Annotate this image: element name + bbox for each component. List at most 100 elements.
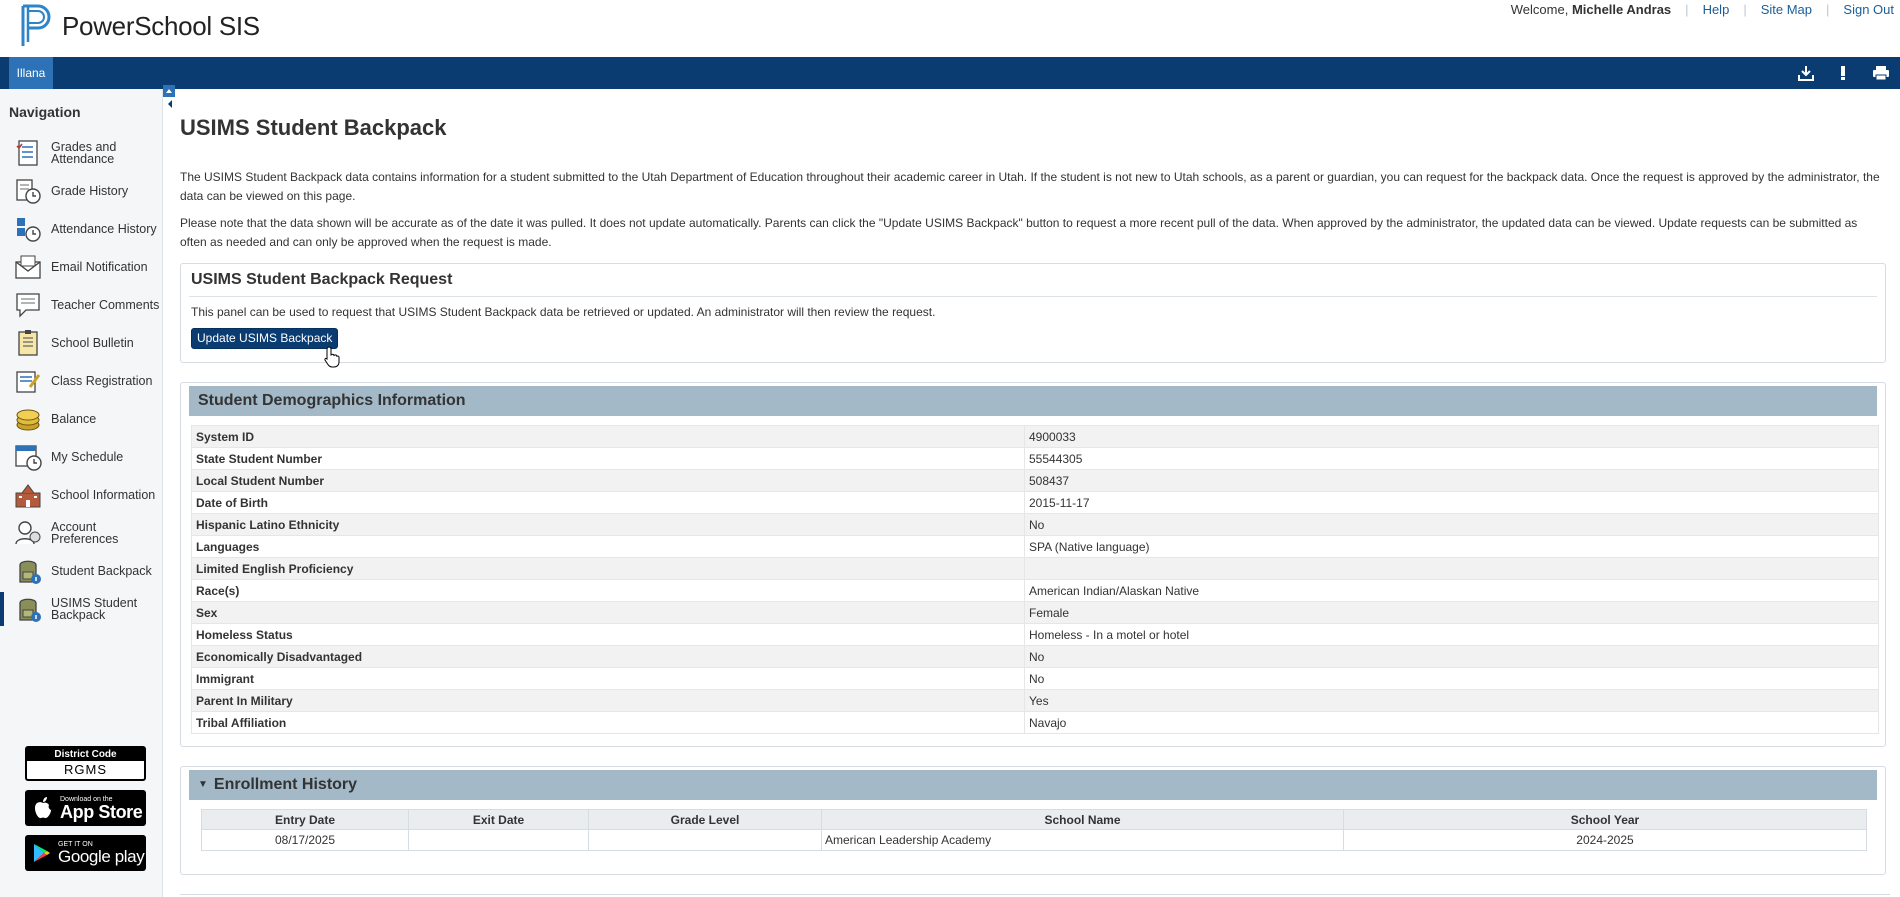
google-play-icon (34, 844, 50, 862)
demographic-value (1024, 557, 1879, 580)
sidebar: Navigation Grades and Attendance Grade Hi… (0, 89, 163, 897)
sidebar-item-usims-student-backpack[interactable]: USIMS Student Backpack (0, 590, 163, 628)
hand-cursor-icon (324, 346, 340, 368)
user-name: Michelle Andras (1571, 2, 1672, 17)
google-play-text: Google play (58, 847, 145, 866)
demographic-value: No (1024, 645, 1879, 668)
grade-history-icon (14, 177, 42, 205)
navigation-list: Grades and Attendance Grade History Attend… (0, 134, 163, 628)
table-cell: American Leadership Academy (821, 829, 1344, 851)
enrollment-table: Entry Date Exit Date Grade Level School Nam… (201, 809, 1867, 851)
print-icon[interactable] (1872, 65, 1890, 81)
sidebar-item-my-schedule[interactable]: My Schedule (0, 438, 163, 476)
table-row: Local Student Number 508437 (191, 469, 1879, 492)
sidebar-item-grade-history[interactable]: Grade History (0, 172, 163, 210)
sidebar-item-student-backpack[interactable]: Student Backpack (0, 552, 163, 590)
balance-icon (14, 405, 42, 433)
header: PowerSchool SIS Welcome, Michelle Andras… (0, 0, 1900, 57)
sidebar-item-school-information[interactable]: School Information (0, 476, 163, 514)
demographic-value: Yes (1024, 689, 1879, 712)
demographic-value: American Indian/Alaskan Native (1024, 579, 1879, 602)
sidebar-item-label: Attendance History (51, 222, 157, 236)
demographic-label: Parent In Military (191, 689, 1025, 712)
alert-icon[interactable] (1838, 65, 1848, 81)
demographic-value: 508437 (1024, 469, 1879, 492)
sidebar-item-school-bulletin[interactable]: School Bulletin (0, 324, 163, 362)
sidebar-item-label: Teacher Comments (51, 298, 160, 312)
demographic-value: No (1024, 513, 1879, 536)
google-play-badge[interactable]: GET IT ON Google play (25, 835, 146, 871)
request-panel-description: This panel can be used to request that U… (191, 305, 936, 319)
demographic-label: Race(s) (191, 579, 1025, 602)
column-header: Entry Date (201, 809, 409, 830)
sidebar-item-label: Email Notification (51, 260, 148, 274)
table-row: Parent In Military Yes (191, 689, 1879, 712)
app-store-badge[interactable]: Download on the App Store (25, 790, 146, 826)
table-cell (408, 829, 589, 851)
sidebar-item-teacher-comments[interactable]: Teacher Comments (0, 286, 163, 324)
email-notification-icon (14, 253, 42, 281)
app-name: PowerSchool SIS (62, 10, 260, 41)
table-row: 08/17/2025 American Leadership Academy 202… (201, 829, 1867, 851)
district-code-value: RGMS (64, 762, 107, 777)
sidebar-collapse-handle[interactable] (163, 85, 175, 111)
demographics-panel: Student Demographics Information System … (180, 382, 1886, 747)
enrollment-history-title: Enrollment History (213, 776, 358, 794)
sign-out-link[interactable]: Sign Out (1843, 2, 1894, 17)
sidebar-item-label: School Information (51, 488, 156, 502)
table-row: Immigrant No (191, 667, 1879, 690)
demographics-table: System ID 4900033 State Student Number 5554… (191, 425, 1879, 734)
update-usims-backpack-button[interactable]: Update USIMS Backpack (191, 328, 339, 349)
column-header: Exit Date (408, 809, 589, 830)
divider (180, 894, 1890, 895)
table-row: Hispanic Latino Ethnicity No (191, 513, 1879, 536)
student-backpack-icon (14, 557, 42, 585)
demographic-label: Homeless Status (191, 623, 1025, 646)
enrollment-history-panel: ▼ Enrollment History Entry Date Exit Date G… (180, 766, 1886, 875)
demographic-label: Local Student Number (191, 469, 1025, 492)
attendance-history-icon (14, 215, 42, 243)
apple-icon (35, 797, 51, 819)
class-registration-icon (14, 367, 42, 395)
separator: | (1743, 2, 1747, 17)
sidebar-item-grades-and-attendance[interactable]: Grades and Attendance (0, 134, 163, 172)
help-link[interactable]: Help (1703, 2, 1730, 17)
demographic-value: Homeless - In a motel or hotel (1024, 623, 1879, 646)
table-cell (588, 829, 822, 851)
download-icon[interactable] (1798, 65, 1814, 81)
powerschool-logo[interactable]: PowerSchool SIS (20, 4, 260, 48)
collapse-caret-icon[interactable]: ▼ (198, 770, 208, 800)
bar-icons (1798, 57, 1890, 89)
sidebar-item-account-preferences[interactable]: Account Preferences (0, 514, 163, 552)
column-header: School Year (1343, 809, 1867, 830)
sidebar-item-label: Grade History (51, 184, 129, 198)
app-store-text: App Store (60, 801, 143, 822)
usims-backpack-icon (14, 595, 42, 623)
sidebar-item-email-notification[interactable]: Email Notification (0, 248, 163, 286)
demographic-value: 55544305 (1024, 447, 1879, 470)
column-header: Grade Level (588, 809, 822, 830)
navigation-title: Navigation (9, 104, 81, 120)
request-panel-title: USIMS Student Backpack Request (191, 271, 453, 288)
student-tab[interactable]: Illana (9, 57, 53, 89)
demographic-label: Sex (191, 601, 1025, 624)
site-map-link[interactable]: Site Map (1761, 2, 1812, 17)
sidebar-item-label: Account Preferences (51, 520, 119, 546)
table-row: Race(s) American Indian/Alaskan Native (191, 579, 1879, 602)
sidebar-item-label: My Schedule (51, 450, 124, 464)
demographic-value: 4900033 (1024, 425, 1879, 448)
table-row: Homeless Status Homeless - In a motel or … (191, 623, 1879, 646)
demographic-label: Languages (191, 535, 1025, 558)
teacher-comments-icon (14, 291, 42, 319)
sidebar-item-label: School Bulletin (51, 336, 134, 350)
demographics-header: Student Demographics Information (189, 386, 1877, 416)
demographic-label: System ID (191, 425, 1025, 448)
sidebar-item-label: USIMS Student Backpack (51, 596, 138, 622)
sidebar-item-attendance-history[interactable]: Attendance History (0, 210, 163, 248)
separator: | (1826, 2, 1830, 17)
sidebar-item-class-registration[interactable]: Class Registration (0, 362, 163, 400)
enrollment-history-header[interactable]: ▼ Enrollment History (189, 770, 1877, 800)
table-row: Sex Female (191, 601, 1879, 624)
sidebar-item-balance[interactable]: Balance (0, 400, 163, 438)
page-title: USIMS Student Backpack (180, 115, 447, 140)
